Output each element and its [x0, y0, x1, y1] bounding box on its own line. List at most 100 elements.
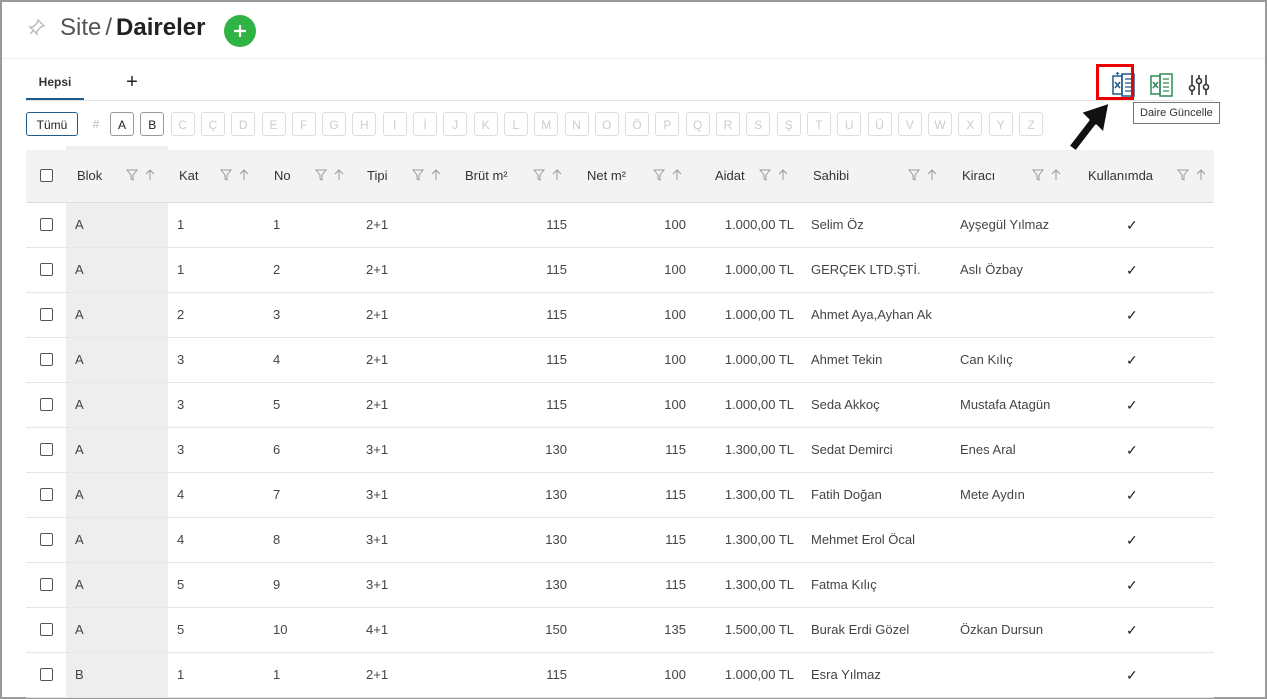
filter-letter-button[interactable]: X [958, 112, 983, 136]
filter-letter-button[interactable]: I [382, 112, 407, 136]
filter-sort-icon[interactable] [758, 168, 791, 185]
filter-letter-button[interactable]: S [746, 112, 771, 136]
cell-blok: A [75, 217, 84, 232]
add-tab-button[interactable]: + [122, 70, 142, 94]
cell-tipi: 3+1 [366, 577, 389, 592]
row-checkbox[interactable] [40, 308, 53, 321]
row-checkbox[interactable] [40, 353, 53, 366]
column-header-blok[interactable]: Blok [77, 150, 102, 202]
cell-tipi: 2+1 [366, 307, 389, 322]
cell-kiraci [960, 518, 1090, 562]
filter-letter-button[interactable]: M [534, 112, 559, 136]
row-checkbox[interactable] [40, 488, 53, 501]
filter-letter-button[interactable]: C [170, 112, 195, 136]
select-all-checkbox[interactable] [40, 169, 53, 182]
filter-letter-button[interactable]: V [897, 112, 922, 136]
filter-letter-button[interactable]: G [322, 112, 347, 136]
cell-brut: 150 [545, 622, 567, 637]
pin-icon[interactable] [26, 18, 46, 38]
tab-hepsi[interactable]: Hepsi [26, 66, 84, 100]
table-row[interactable]: A 5 10 4+1 150 135 1.500,00 TL Burak Erdi Gözel… [26, 608, 1214, 653]
cell-kiraci: Ayşegül Yılmaz [960, 217, 1050, 232]
column-header-net[interactable]: Net m² [587, 150, 626, 202]
filter-letter-button[interactable]: A [110, 112, 134, 136]
filter-letter-button[interactable]: O [594, 112, 619, 136]
filter-letter-button[interactable]: K [473, 112, 498, 136]
filter-letter-button[interactable]: T [806, 112, 831, 136]
column-header-no[interactable]: No [274, 150, 291, 202]
filter-sort-icon[interactable] [125, 168, 158, 185]
cell-net: 100 [664, 352, 686, 367]
cell-aidat: 1.000,00 TL [724, 307, 794, 322]
filter-sort-icon[interactable] [1176, 168, 1209, 185]
filter-sort-icon[interactable] [652, 168, 685, 185]
filter-letter-button[interactable]: Q [685, 112, 710, 136]
filter-letter-button[interactable]: U [837, 112, 862, 136]
filter-letter-button[interactable]: F [291, 112, 316, 136]
column-header-kullanimda[interactable]: Kullanımda [1088, 150, 1153, 202]
cell-no: 7 [273, 487, 281, 502]
row-checkbox[interactable] [40, 533, 53, 546]
table-row[interactable]: A 4 7 3+1 130 115 1.300,00 TL Fatih Doğan Mete A… [26, 473, 1214, 518]
filter-letter-button[interactable]: L [503, 112, 528, 136]
column-header-kiraci[interactable]: Kiracı [962, 150, 995, 202]
table-row[interactable]: A 1 1 2+1 115 100 1.000,00 TL Selim Öz Ayşegül Y… [26, 203, 1214, 248]
filter-sort-icon[interactable] [532, 168, 565, 185]
column-header-aidat[interactable]: Aidat [715, 150, 745, 202]
table-row[interactable]: A 5 9 3+1 130 115 1.300,00 TL Fatma Kılıç ✓ [26, 563, 1214, 608]
filter-sort-icon[interactable] [1031, 168, 1064, 185]
filter-sort-icon[interactable] [411, 168, 444, 185]
row-checkbox[interactable] [40, 668, 53, 681]
column-header-sahibi[interactable]: Sahibi [813, 150, 849, 202]
cell-no: 9 [273, 577, 281, 592]
filter-sort-icon[interactable] [219, 168, 252, 185]
excel-export-icon[interactable] [1149, 72, 1175, 98]
filter-letter-button[interactable]: D [231, 112, 256, 136]
cell-aidat: 1.000,00 TL [724, 217, 794, 232]
row-checkbox[interactable] [40, 443, 53, 456]
table-row[interactable]: A 4 8 3+1 130 115 1.300,00 TL Mehmet Erol Öcal ✓ [26, 518, 1214, 563]
table-row[interactable]: A 3 6 3+1 130 115 1.300,00 TL Sedat Demirci Enes… [26, 428, 1214, 473]
cell-kiraci: Can Kılıç [960, 352, 1013, 367]
table-row[interactable]: A 3 4 2+1 115 100 1.000,00 TL Ahmet Tekin Can Kı… [26, 338, 1214, 383]
cell-kullanimda: ✓ [1126, 442, 1138, 458]
filter-sort-icon[interactable] [314, 168, 347, 185]
table-row[interactable]: A 1 2 2+1 115 100 1.000,00 TL GERÇEK LTD.ŞTİ. As… [26, 248, 1214, 293]
filter-all-button[interactable]: Tümü [26, 112, 78, 136]
table-row[interactable]: A 2 3 2+1 115 100 1.000,00 TL Ahmet Aya,Ayhan A… [26, 293, 1214, 338]
settings-sliders-icon[interactable] [1186, 72, 1212, 98]
row-checkbox[interactable] [40, 218, 53, 231]
column-header-tipi[interactable]: Tipi [367, 150, 387, 202]
breadcrumb-section[interactable]: Site [60, 14, 101, 41]
filter-letter-button[interactable]: E [261, 112, 286, 136]
cell-blok: A [75, 397, 84, 412]
row-checkbox[interactable] [40, 623, 53, 636]
add-daire-button[interactable] [224, 15, 256, 47]
row-checkbox[interactable] [40, 263, 53, 276]
row-checkbox[interactable] [40, 398, 53, 411]
table-row[interactable]: A 3 5 2+1 115 100 1.000,00 TL Seda Akkoç Mustafa… [26, 383, 1214, 428]
filter-letter-button[interactable]: J [443, 112, 468, 136]
filter-letter-button[interactable]: İ [413, 112, 437, 136]
table-row[interactable]: B 1 1 2+1 115 100 1.000,00 TL Esra Yılmaz ✓ [26, 653, 1214, 698]
cell-kullanimda: ✓ [1126, 532, 1138, 548]
filter-sort-icon[interactable] [907, 168, 940, 185]
column-header-brut[interactable]: Brüt m² [465, 150, 508, 202]
filter-letter-button[interactable]: Ş [776, 112, 801, 136]
filter-letter-button[interactable]: Ö [625, 112, 650, 136]
filter-letter-button[interactable]: W [928, 112, 953, 136]
filter-letter-button[interactable]: P [655, 112, 680, 136]
filter-letter-button[interactable]: H [352, 112, 377, 136]
filter-letter-button[interactable]: Ç [200, 112, 225, 136]
cell-kullanimda: ✓ [1126, 622, 1138, 638]
filter-hash-button[interactable]: # [84, 112, 108, 136]
column-header-kat[interactable]: Kat [179, 150, 199, 202]
filter-letter-button[interactable]: Ü [867, 112, 892, 136]
row-checkbox[interactable] [40, 578, 53, 591]
cell-tipi: 4+1 [366, 622, 389, 637]
filter-letter-button[interactable]: B [140, 112, 165, 136]
filter-letter-button[interactable]: Y [988, 112, 1013, 136]
filter-letter-button[interactable]: R [716, 112, 740, 136]
filter-letter-button[interactable]: Z [1019, 112, 1043, 136]
filter-letter-button[interactable]: N [564, 112, 589, 136]
